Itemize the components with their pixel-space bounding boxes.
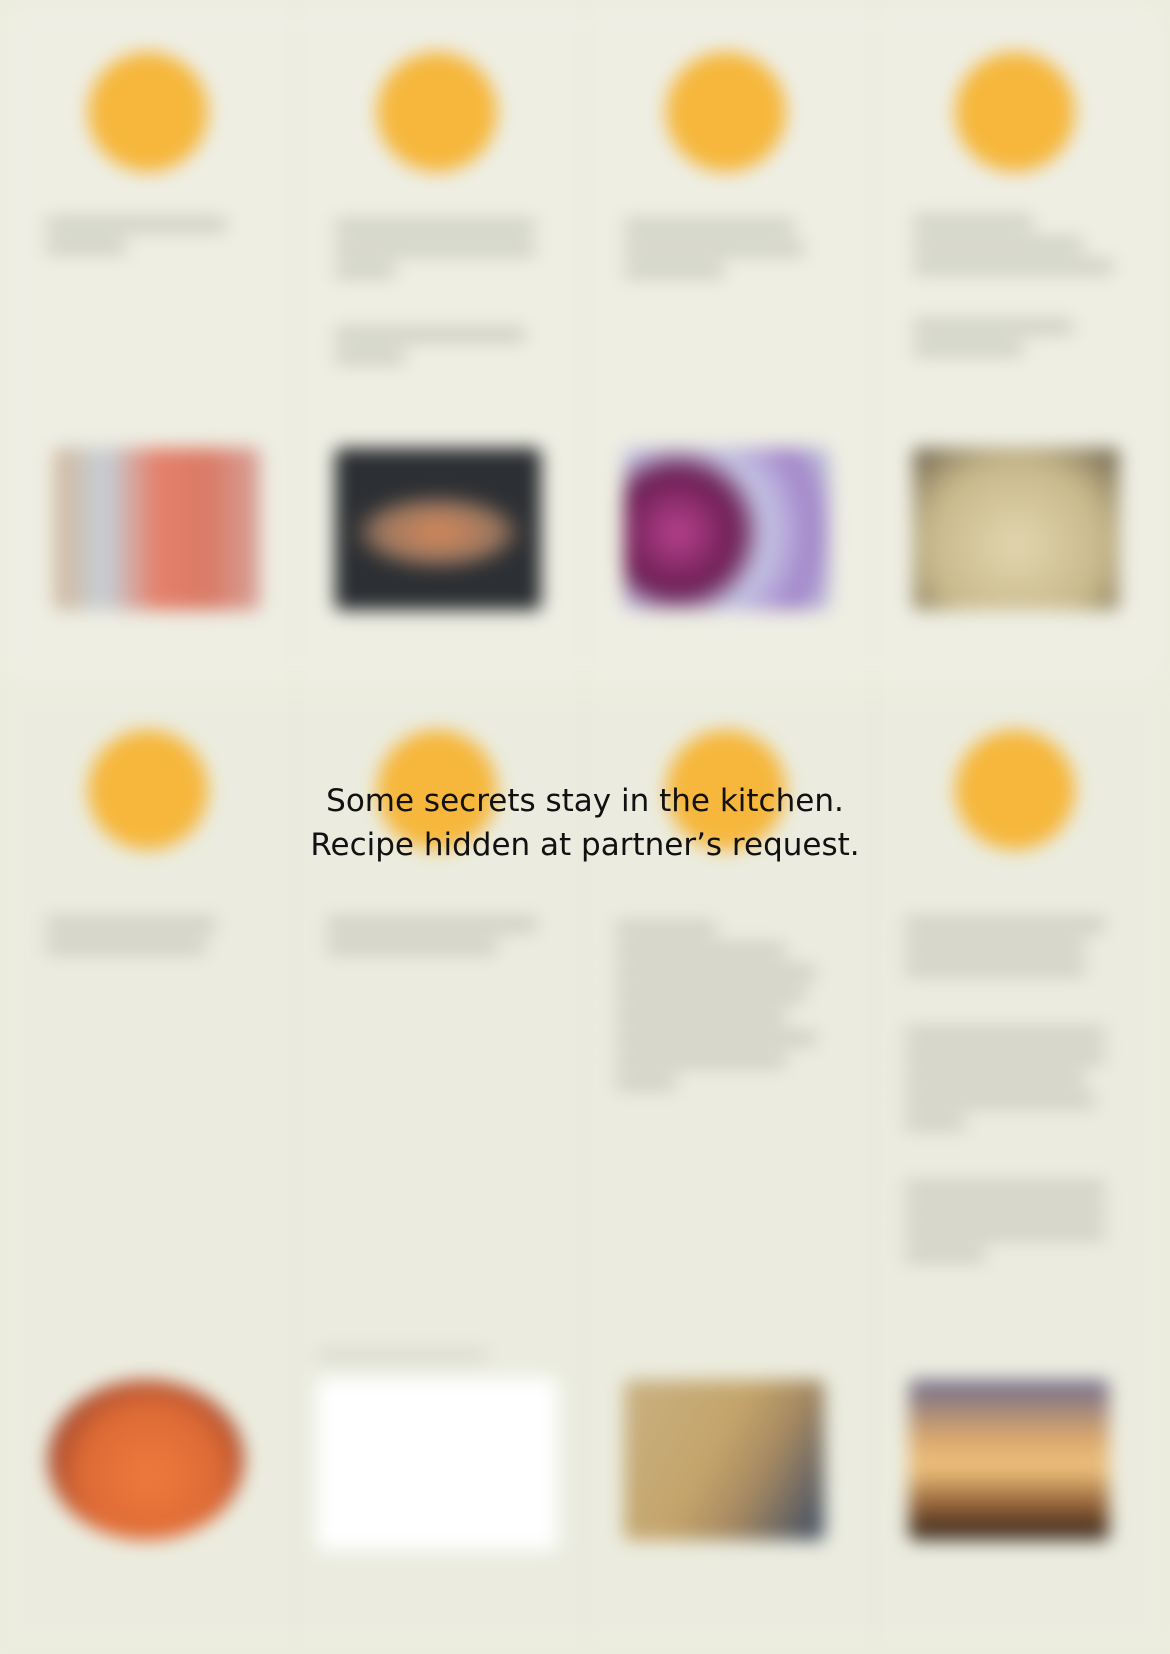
step-text-line (616, 922, 716, 935)
step-text-line (46, 240, 126, 253)
step-text-line (913, 260, 1113, 273)
step-text-line (905, 1116, 965, 1129)
step-text-line (624, 264, 724, 277)
step-number-circle (955, 52, 1075, 172)
step-text-line (913, 320, 1073, 333)
hidden-recipe-message: Some secrets stay in the kitchen. Recipe… (0, 779, 1170, 867)
step-text-line (905, 1204, 1105, 1217)
recipe-steps-top (8, 8, 1164, 680)
shrimp-plate-photo (54, 448, 260, 610)
step-text-line (905, 1094, 1095, 1107)
step-text-line (905, 1248, 985, 1261)
step-text-line (616, 988, 806, 1001)
step-text-line (624, 220, 794, 233)
step-text-line (624, 242, 804, 255)
step-text-line (335, 242, 535, 255)
message-line-2: Recipe hidden at partner’s request. (310, 827, 860, 863)
step-text-line (46, 218, 226, 231)
baked-dish-photo (909, 1380, 1109, 1540)
step-text-line (905, 1072, 1085, 1085)
step-text-line (317, 1350, 487, 1360)
step-number-circle (88, 52, 208, 172)
step-card (586, 8, 875, 680)
step-card (297, 8, 586, 680)
step-text-line (905, 940, 1085, 953)
step-text-line (327, 918, 537, 931)
skillet-dumplings-photo (335, 448, 541, 610)
step-card (8, 8, 297, 680)
step-text-line (913, 238, 1083, 251)
red-onion-photo (624, 448, 830, 610)
step-number-circle (377, 52, 497, 172)
step-text-line (335, 350, 405, 363)
tomato-sauce-photo (48, 1380, 244, 1540)
step-text-line (905, 1028, 1105, 1041)
step-text-line (616, 1032, 816, 1045)
blank-photo (317, 1378, 557, 1550)
step-text-line (913, 216, 1033, 229)
step-text-line (335, 264, 395, 277)
step-text-line (335, 328, 525, 341)
step-text-line (913, 342, 1023, 355)
step-text-line (905, 1226, 1105, 1239)
step-text-line (616, 1076, 676, 1089)
step-text-line (905, 962, 1085, 975)
step-text-line (46, 940, 206, 953)
step-text-line (905, 1050, 1105, 1063)
step-text-line (616, 1054, 786, 1067)
step-text-line (616, 1010, 786, 1023)
message-line-1: Some secrets stay in the kitchen. (326, 783, 844, 819)
step-text-line (905, 918, 1105, 931)
step-text-line (616, 966, 816, 979)
step-text-line (335, 220, 535, 233)
folding-dough-photo (624, 1380, 824, 1540)
step-card (875, 8, 1164, 680)
step-text-line (46, 918, 216, 931)
step-text-line (616, 944, 786, 957)
dough-bowl-photo (913, 448, 1119, 610)
step-text-line (327, 940, 497, 953)
step-text-line (905, 1182, 1105, 1195)
step-number-circle (666, 52, 786, 172)
